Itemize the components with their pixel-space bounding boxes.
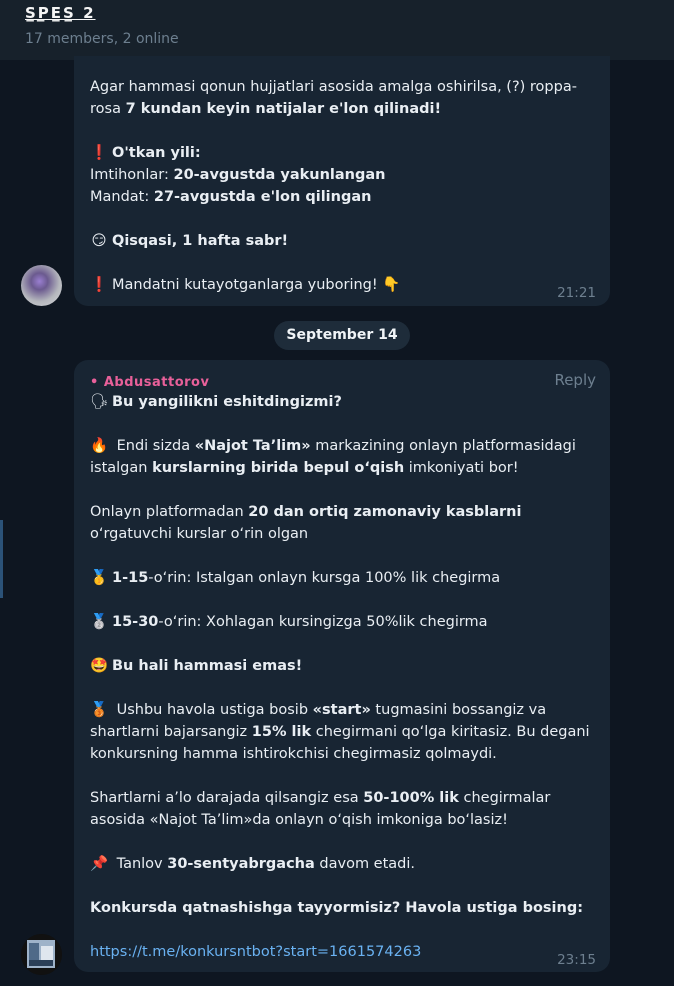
message-line: Konkursda qatnashishga tayyormisiz? Havo…	[90, 900, 584, 916]
reply-button[interactable]: Reply	[554, 369, 596, 391]
message-line: o‘rgatuvchi kurslar o‘rin olgan	[90, 526, 309, 542]
message-line: istalgan kurslarning birida bepul o‘qish…	[90, 460, 519, 476]
message-line: 🤩 Bu hali hammasi emas!	[90, 655, 302, 677]
message-line: shartlarni bajarsangiz 15% lik chegirman…	[90, 724, 590, 740]
message-time: 23:15	[557, 952, 596, 968]
smirk-icon: 😏	[91, 233, 107, 249]
gold-medal-icon: 🥇	[90, 570, 109, 586]
message-line: 🥉 Ushbu havola ustiga bosib «start» tugm…	[90, 699, 546, 721]
chat-header[interactable]: S̲P̲E̲S̲ 2 17 members, 2 online	[0, 0, 674, 60]
point-down-icon: 👇	[382, 277, 401, 293]
exclamation-icon: ❗	[90, 145, 109, 161]
silver-medal-icon: 🥈	[90, 614, 109, 630]
message-line: 🔥 Endi sizda «Najot Ta’lim» markazining …	[90, 435, 576, 457]
message-line: Onlayn platformadan 20 dan ortiq zamonav…	[90, 504, 522, 520]
date-separator[interactable]: September 14	[274, 321, 410, 350]
scroll-indicator[interactable]	[0, 520, 3, 598]
speaking-head-icon: 🗣	[90, 394, 109, 410]
pushpin-icon: 📌	[90, 856, 109, 872]
message-time: 21:21	[557, 285, 596, 301]
message-line: 😏 Qisqasi, 1 hafta sabr!	[90, 230, 288, 252]
message-bubble[interactable]: • Abdusattorov Reply 🗣 Bu yangilikni eshi…	[74, 360, 610, 972]
sender-avatar[interactable]	[21, 265, 62, 306]
message-line: konkursning hamma ishtirokchisi chegirma…	[90, 746, 497, 762]
chat-member-count: 17 members, 2 online	[25, 31, 179, 47]
sender-avatar[interactable]	[21, 934, 62, 975]
message-line: ❗ Mandatni kutayotganlarga yuboring! 👇	[90, 274, 400, 296]
message-line: 📌 Tanlov 30-sentyabrgacha davom etadi.	[90, 853, 415, 875]
fire-icon: 🔥	[90, 438, 109, 454]
exclamation-icon: ❗	[90, 277, 109, 293]
star-struck-icon: 🤩	[90, 658, 109, 674]
bronze-medal-icon: 🥉	[90, 702, 109, 718]
message-line: 🥈 15-30-o‘rin: Xohlagan kursingizga 50%li…	[90, 611, 488, 633]
message-line: asosida «Najot Ta’lim»da onlayn o‘qish i…	[90, 812, 508, 828]
message-line: Mandat: 27-avgustda e'lon qilingan	[90, 189, 372, 205]
message-line: rosa 7 kundan keyin natijalar e'lon qili…	[90, 101, 442, 117]
message-line: ❗ O'tkan yili:	[90, 142, 201, 164]
chat-title[interactable]: S̲P̲E̲S̲ 2	[25, 4, 96, 22]
message-line: Imtihonlar: 20-avgustda yakunlangan	[90, 167, 386, 183]
message-bubble[interactable]: Agar hammasi qonun hujjatlari asosida am…	[74, 56, 610, 306]
message-line: Agar hammasi qonun hujjatlari asosida am…	[90, 79, 577, 95]
message-link[interactable]: https://t.me/konkursntbot?start=16615742…	[90, 941, 421, 963]
avatar-image	[21, 934, 62, 975]
message-line: Shartlarni a’lo darajada qilsangiz esa 5…	[90, 790, 551, 806]
message-line: 🗣 Bu yangilikni eshitdingizmi?	[90, 391, 342, 413]
message-line: 🥇 1-15-o‘rin: Istalgan onlayn kursga 100%…	[90, 567, 500, 589]
